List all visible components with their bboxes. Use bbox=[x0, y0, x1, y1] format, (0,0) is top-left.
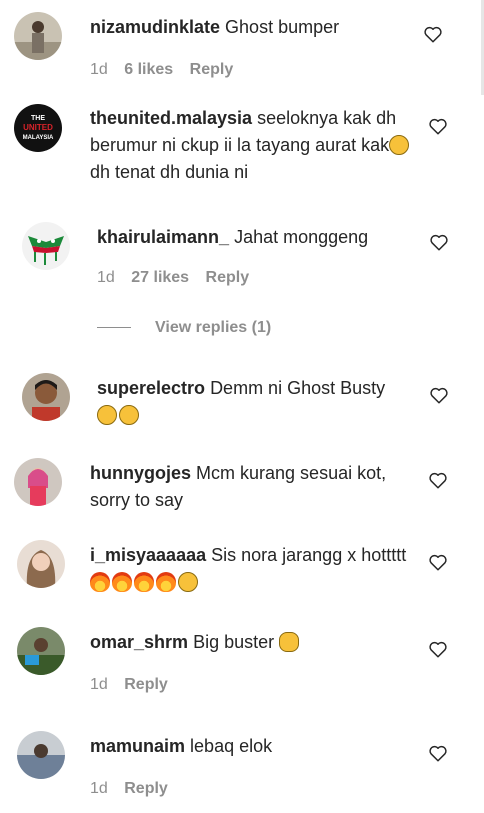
heart-outline-icon[interactable] bbox=[428, 744, 448, 762]
comment-body: lebaq elok bbox=[190, 736, 273, 756]
avatar[interactable] bbox=[22, 222, 70, 270]
username[interactable]: nizamudinklate bbox=[90, 17, 220, 37]
comment-meta: 1d Reply bbox=[90, 676, 180, 694]
view-replies-label[interactable]: View replies (1) bbox=[155, 319, 271, 336]
comment-likes[interactable]: 27 likes bbox=[131, 269, 189, 286]
comment-text: nizamudinklate Ghost bumper bbox=[90, 14, 410, 41]
comment-body: Sis nora jarangg x hottttt bbox=[211, 545, 407, 565]
username[interactable]: mamunaim bbox=[90, 736, 185, 756]
avatar-logo-text: UNITED bbox=[23, 123, 53, 132]
comment-text: i_misyaaaaaa Sis nora jarangg x hottttt bbox=[90, 542, 410, 596]
comment-body: Demm ni Ghost Busty bbox=[210, 378, 386, 398]
avatar[interactable]: THE UNITED MALAYSIA bbox=[14, 104, 62, 152]
replies-divider bbox=[97, 327, 131, 329]
view-replies-button[interactable]: View replies (1) bbox=[97, 319, 271, 337]
username[interactable]: hunnygojes bbox=[90, 463, 191, 483]
comment-text: mamunaim lebaq elok bbox=[90, 733, 410, 760]
heart-outline-icon[interactable] bbox=[428, 117, 448, 135]
heart-outline-icon[interactable] bbox=[428, 471, 448, 489]
comment-time: 1d bbox=[90, 780, 108, 797]
comment-body: Ghost bumper bbox=[225, 17, 340, 37]
fire-emoji bbox=[134, 572, 154, 592]
avatar[interactable] bbox=[17, 540, 65, 588]
reply-button[interactable]: Reply bbox=[206, 269, 250, 286]
heart-outline-icon[interactable] bbox=[428, 553, 448, 571]
tears-of-joy-emoji bbox=[119, 405, 139, 425]
comment-meta: 1d 27 likes Reply bbox=[97, 269, 261, 287]
username[interactable]: superelectro bbox=[97, 378, 205, 398]
username[interactable]: khairulaimann_ bbox=[97, 227, 229, 247]
avatar[interactable] bbox=[14, 12, 62, 60]
heart-eyes-emoji bbox=[178, 572, 198, 592]
avatar[interactable] bbox=[17, 731, 65, 779]
fire-emoji bbox=[156, 572, 176, 592]
reply-button[interactable]: Reply bbox=[124, 676, 168, 693]
reply-button[interactable]: Reply bbox=[124, 780, 168, 797]
heart-outline-icon[interactable] bbox=[429, 386, 449, 404]
reply-button[interactable]: Reply bbox=[190, 61, 234, 78]
comment-time: 1d bbox=[97, 269, 115, 286]
username[interactable]: theunited.malaysia bbox=[90, 108, 252, 128]
avatar[interactable] bbox=[14, 458, 62, 506]
comment-body-continued: dh tenat dh dunia ni bbox=[90, 162, 249, 182]
avatar[interactable] bbox=[17, 627, 65, 675]
username[interactable]: omar_shrm bbox=[90, 632, 188, 652]
heart-outline-icon[interactable] bbox=[423, 25, 443, 43]
comment-text: omar_shrm Big buster bbox=[90, 629, 410, 656]
comment-time: 1d bbox=[90, 676, 108, 693]
avatar[interactable] bbox=[22, 373, 70, 421]
comment-text: hunnygojes Mcm kurang sesuai kot, sorry … bbox=[90, 460, 410, 514]
avatar-logo-text: MALAYSIA bbox=[23, 135, 54, 141]
comment-body: Jahat monggeng bbox=[234, 227, 369, 247]
heart-outline-icon[interactable] bbox=[428, 640, 448, 658]
pensive-face-emoji bbox=[389, 135, 410, 155]
heart-outline-icon[interactable] bbox=[429, 233, 449, 251]
comment-text: theunited.malaysia seeloknya kak dh beru… bbox=[90, 105, 415, 186]
comment-time: 1d bbox=[90, 61, 108, 78]
comment-likes[interactable]: 6 likes bbox=[124, 61, 173, 78]
comment-meta: 1d Reply bbox=[90, 780, 180, 798]
tears-of-joy-emoji bbox=[97, 405, 117, 425]
avatar-logo-text: THE bbox=[31, 115, 45, 122]
fire-emoji bbox=[90, 572, 110, 592]
comment-text: khairulaimann_ Jahat monggeng bbox=[97, 224, 417, 251]
fire-emoji bbox=[112, 572, 132, 592]
clapping-hands-emoji bbox=[279, 632, 300, 652]
comment-text: superelectro Demm ni Ghost Busty bbox=[97, 375, 397, 429]
comment-body: Big buster bbox=[193, 632, 275, 652]
username[interactable]: i_misyaaaaaa bbox=[90, 545, 206, 565]
comment-meta: 1d 6 likes Reply bbox=[90, 61, 245, 79]
